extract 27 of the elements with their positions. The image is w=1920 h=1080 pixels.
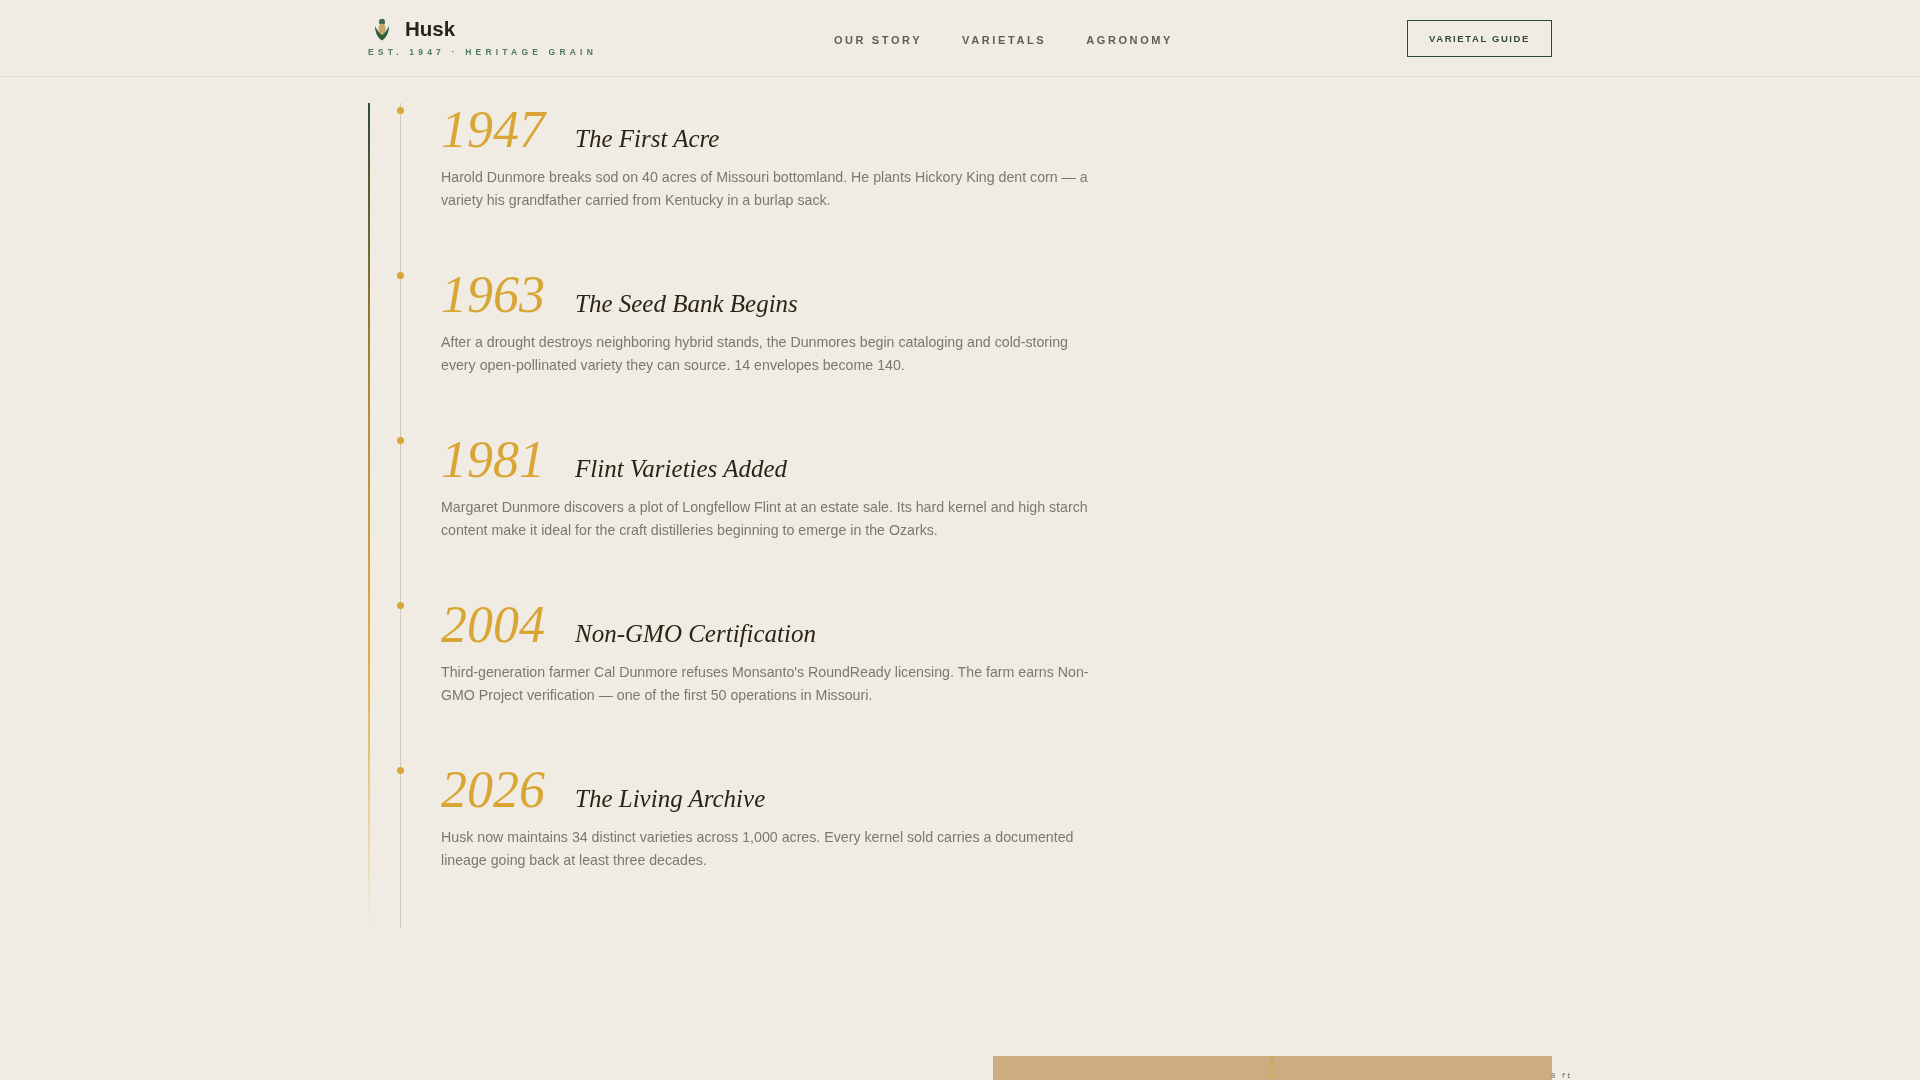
timeline-description: Husk now maintains 34 distinct varieties across 1,000 acres. Every kernel sold carries a documented lineage going back at least three decades. <box>441 828 1075 870</box>
nav-link[interactable]: AGRONOMY <box>1086 33 1174 46</box>
timeline-year: 2026 <box>441 761 546 818</box>
corn-logo-icon <box>374 17 390 41</box>
timeline-title: The Living Archive <box>575 785 766 813</box>
timeline-year: 2004 <box>441 596 546 653</box>
timeline-title: Non-GMO Certification <box>575 620 816 648</box>
timeline-title: Flint Varieties Added <box>575 455 787 483</box>
nav-link[interactable]: VARIETALS <box>962 33 1047 46</box>
timeline-dot-icon <box>397 107 404 114</box>
timeline-dot-icon <box>397 437 404 444</box>
timeline-title: The First Acre <box>575 125 720 153</box>
timeline-year: 1963 <box>441 266 546 323</box>
timeline-description: Third-generation farmer Cal Dunmore refuses Monsanto's RoundReady licensing. The farm earns Non-GMO Project verification — one of the first 50 operations in Missouri. <box>441 663 1090 705</box>
timeline-description: Harold Dunmore breaks sod on 40 acres of Missouri bottomland. He plants Hickory King dent corn — a variety his grandfather carried from Kentucky in a burlap sack. <box>441 168 1089 210</box>
timeline-year: 1947 <box>441 101 548 158</box>
varietal-guide-button[interactable]: VARIETAL GUIDE <box>1406 19 1552 57</box>
timeline-dot-icon <box>397 272 404 279</box>
timeline-description: After a drought destroys neighboring hybrid stands, the Dunmores begin cataloging and cold-storing every open-pollinated variety they can source. 14 envelopes become 140. <box>441 333 1069 375</box>
timeline-title: The Seed Bank Begins <box>575 290 798 318</box>
brand-tagline: EST. 1947 · HERITAGE GRAIN <box>368 47 598 57</box>
timeline-year: 1981 <box>441 431 546 488</box>
brand-name: Husk <box>405 17 456 41</box>
timeline-dot-icon <box>397 602 404 609</box>
timeline-dot-icon <box>397 767 404 774</box>
nav-link[interactable]: OUR STORY <box>833 33 923 46</box>
timeline-description: Margaret Dunmore discovers a plot of Longfellow Flint at an estate sale. Its hard kernel and high starch content make it ideal for the craft distilleries beginning to emerge in the Ozarks. <box>441 498 1089 540</box>
